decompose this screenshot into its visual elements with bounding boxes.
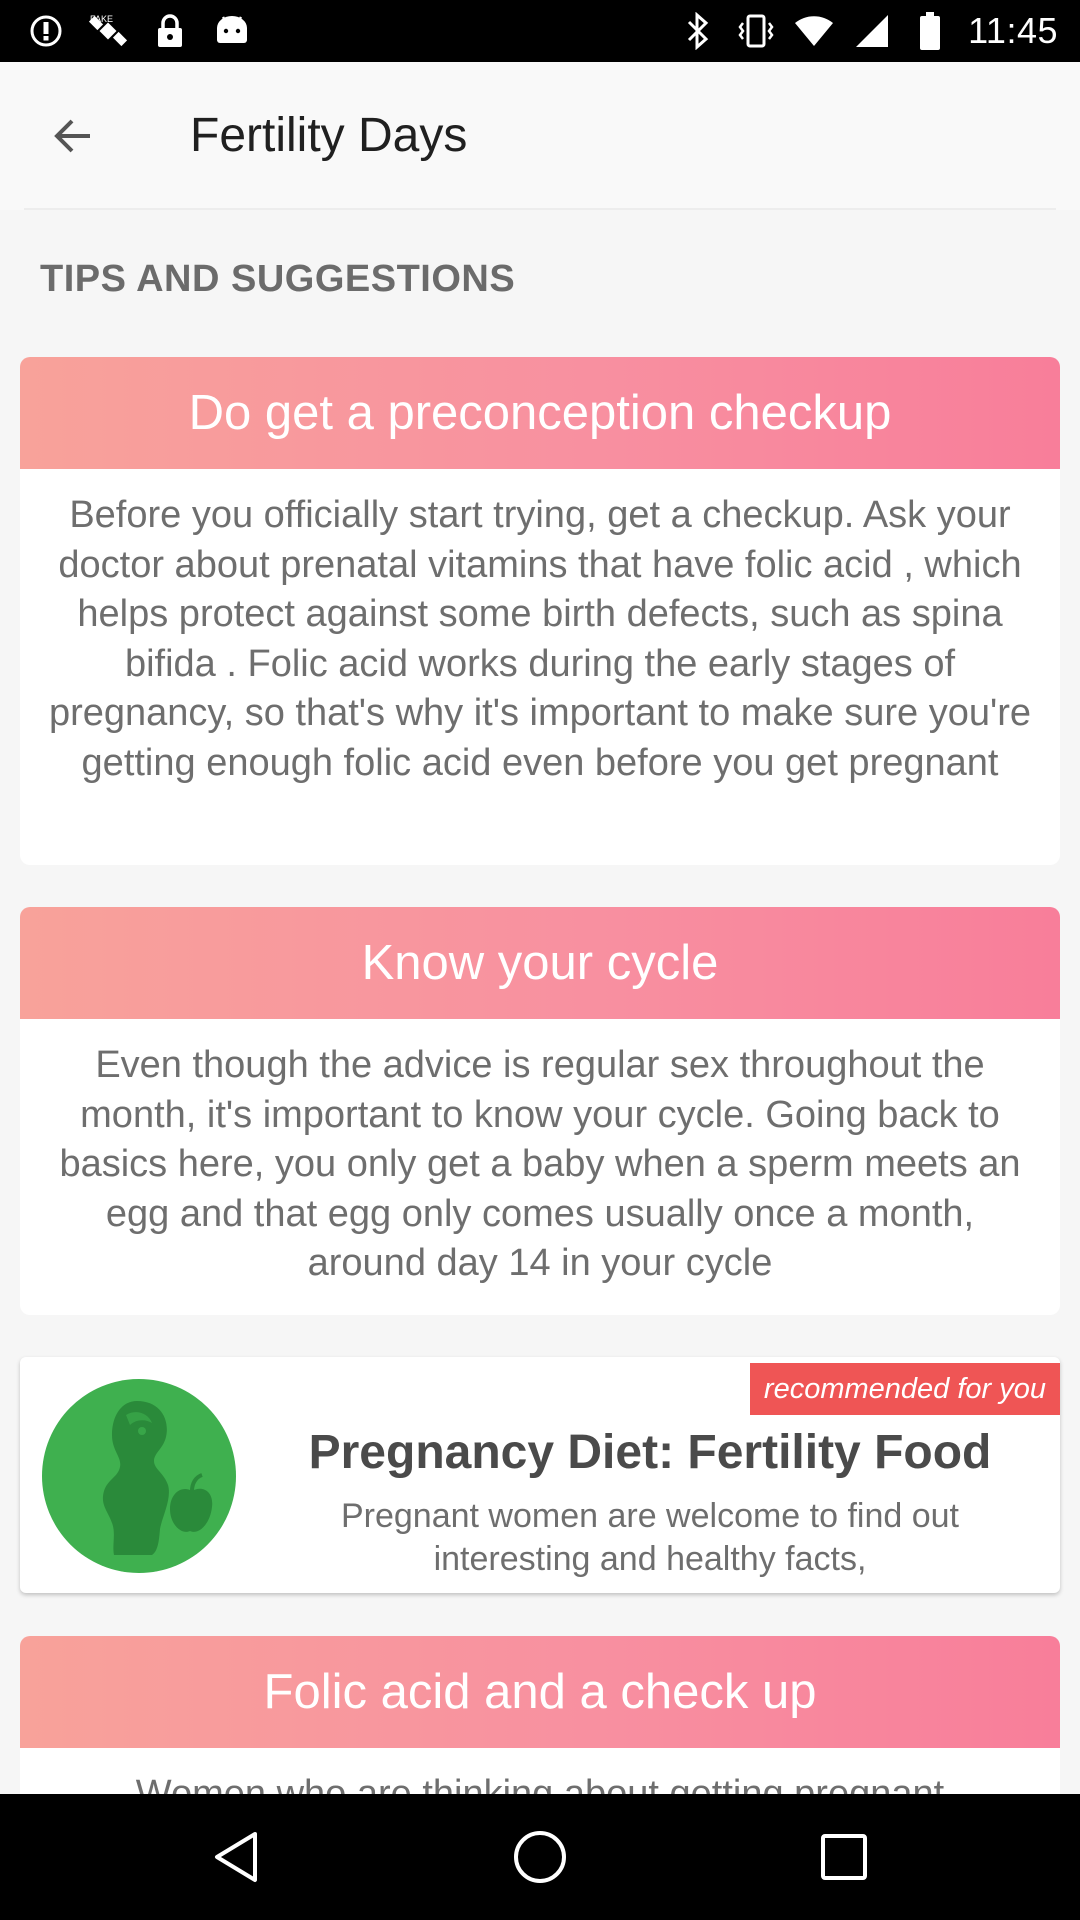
recommendation-card[interactable]: recommended for you Pregnancy Diet: Fert… [20, 1357, 1060, 1593]
android-icon [212, 11, 252, 51]
recommended-badge: recommended for you [749, 1363, 1060, 1415]
app-bar: Fertility Days [0, 62, 1080, 210]
recents-square-icon [821, 1834, 867, 1880]
lock-icon [150, 11, 190, 51]
home-circle-icon [514, 1831, 566, 1883]
tip-card[interactable]: Know your cycle Even though the advice i… [20, 907, 1060, 1315]
status-right-icons: 11:45 [678, 0, 1058, 62]
battery-icon [910, 11, 950, 51]
tip-title: Know your cycle [20, 907, 1060, 1019]
navigation-bar [0, 1794, 1080, 1920]
tip-title: Folic acid and a check up [20, 1636, 1060, 1748]
back-button[interactable] [38, 102, 106, 170]
signal-icon [852, 11, 892, 51]
svg-text:FAKE: FAKE [90, 14, 113, 24]
recommendation-title: Pregnancy Diet: Fertility Food [308, 1426, 992, 1479]
satellite-icon: FAKE [88, 11, 128, 51]
tip-body: Before you officially start trying, get … [48, 494, 1032, 784]
page-title: Fertility Days [190, 109, 468, 162]
pregnant-woman-apple-icon [42, 1379, 236, 1573]
section-heading: TIPS AND SUGGESTIONS [40, 258, 516, 300]
status-left-icons: FAKE [26, 0, 252, 62]
recommendation-description: Pregnant women are welcome to find out i… [340, 1497, 959, 1578]
back-triangle-icon [215, 1832, 257, 1882]
wifi-icon [794, 11, 834, 51]
nav-back-button[interactable] [206, 1827, 266, 1887]
status-time: 11:45 [968, 10, 1058, 51]
arrow-left-icon [54, 119, 90, 153]
status-bar: FAKE 11:45 [0, 0, 1080, 62]
screen: FAKE 11:45 Fertility Days TIPS AND SUGGE… [0, 0, 1080, 1920]
nav-home-button[interactable] [510, 1827, 570, 1887]
vibrate-icon [736, 11, 776, 51]
tip-title: Do get a preconception checkup [20, 357, 1060, 469]
tip-body: Even though the advice is regular sex th… [59, 1044, 1021, 1284]
nav-recents-button[interactable] [814, 1827, 874, 1887]
bluetooth-icon [678, 11, 718, 51]
alert-circle-icon [26, 11, 66, 51]
app-bar-divider [24, 208, 1056, 210]
tip-card[interactable]: Do get a preconception checkup Before yo… [20, 357, 1060, 865]
